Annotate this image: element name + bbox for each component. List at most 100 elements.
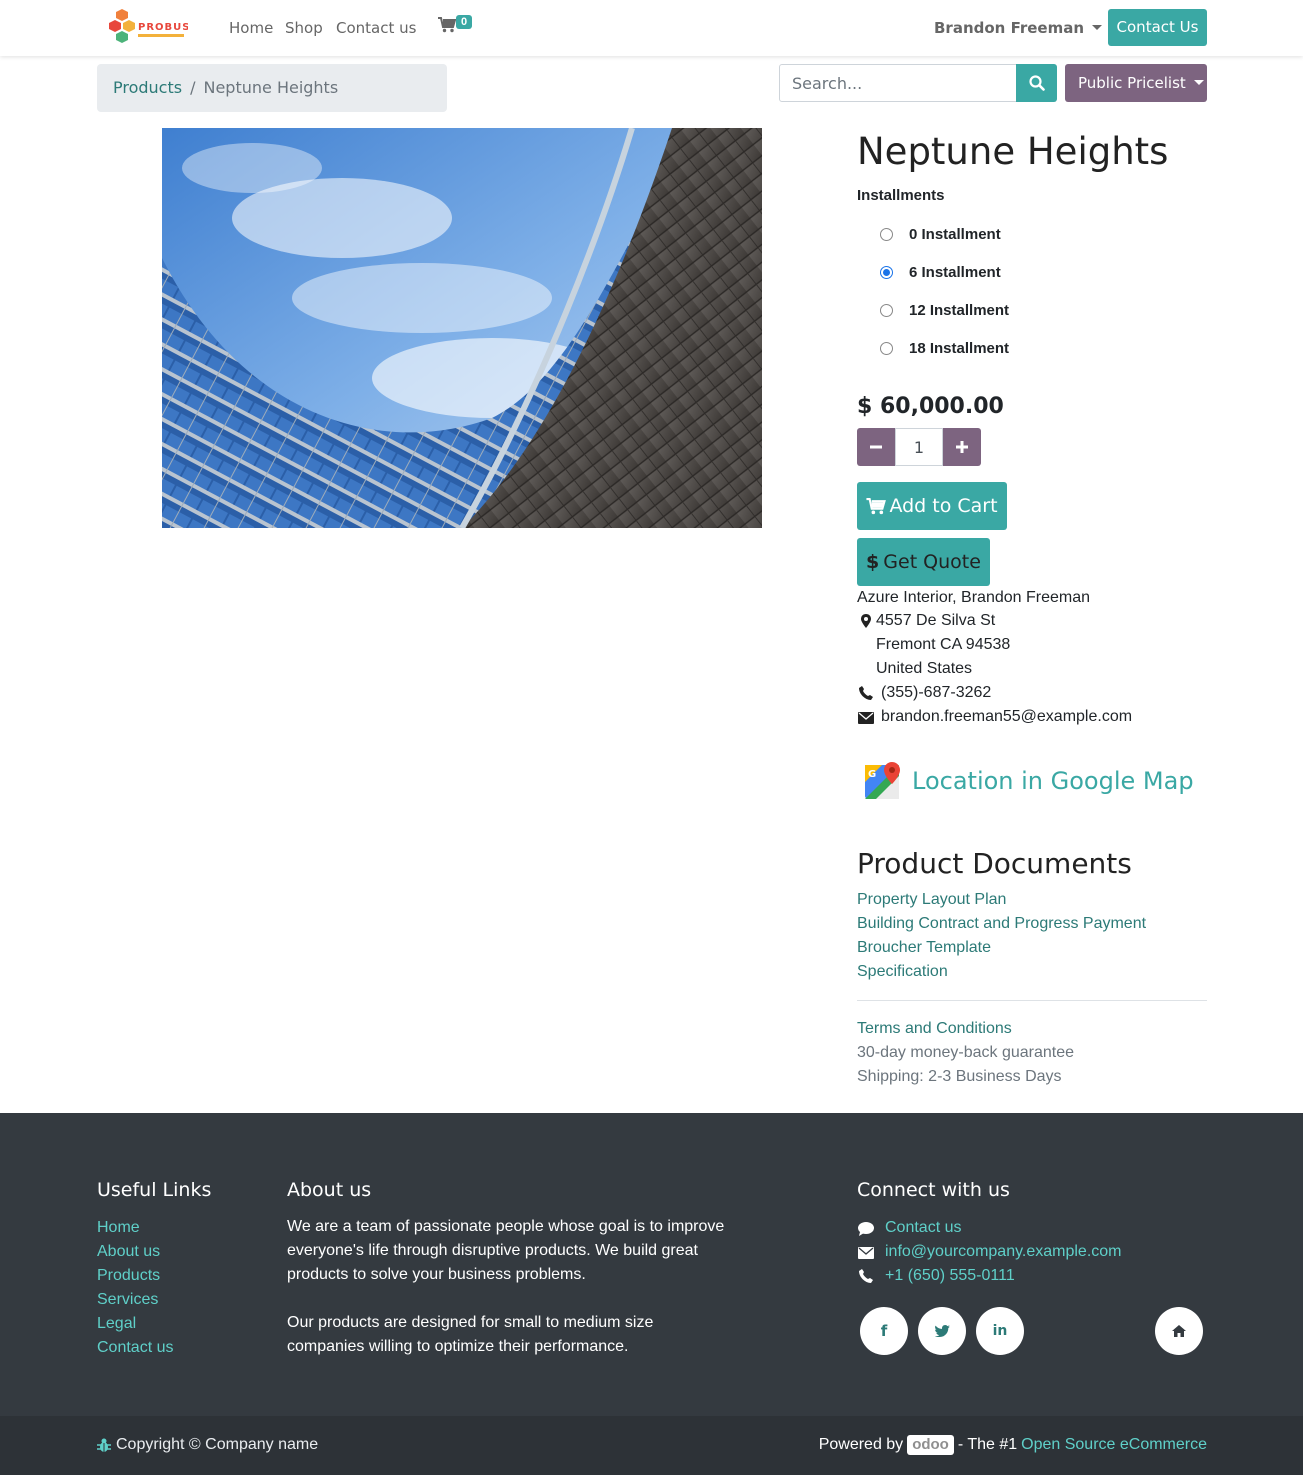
footer-link-contact[interactable]: Contact us (97, 1339, 173, 1357)
search-button[interactable] (1016, 64, 1057, 102)
contact-city: Fremont CA 94538 (876, 636, 1011, 653)
breadcrumb-current: Neptune Heights (203, 78, 339, 97)
the-number-one-text: - The #1 (957, 1436, 1018, 1453)
pricelist-label: Public Pricelist (1078, 74, 1186, 92)
search-input[interactable] (779, 64, 1017, 102)
useful-links-title: Useful Links (97, 1179, 212, 1201)
installments-label: Installments (857, 187, 945, 204)
copyright: Copyright © Company name (97, 1436, 318, 1454)
plus-icon (956, 441, 968, 453)
powered-by: Powered by odoo - The #1 Open Source eCo… (819, 1435, 1207, 1455)
connect-title: Connect with us (857, 1179, 1010, 1201)
document-link[interactable]: Broucher Template (857, 939, 991, 957)
contact-email: brandon.freeman55@example.com (881, 708, 1133, 725)
connect-phone-link[interactable]: +1 (650) 555-0111 (885, 1267, 1015, 1285)
svg-text:G: G (868, 769, 876, 780)
contact-country: United States (876, 660, 973, 677)
user-menu-dropdown[interactable]: Brandon Freeman (934, 19, 1103, 37)
installment-label: 6 Installment (909, 264, 1001, 281)
shipping-text: Shipping: 2-3 Business Days (857, 1068, 1062, 1085)
installment-label: 18 Installment (909, 340, 1010, 357)
connect-contact-link[interactable]: Contact us (885, 1219, 961, 1237)
product-title: Neptune Heights (857, 130, 1169, 173)
envelope-icon (858, 1246, 874, 1264)
envelope-icon (858, 711, 874, 729)
get-quote-label: Get Quote (883, 551, 981, 573)
svg-text:PROBUSE: PROBUSE (138, 22, 188, 33)
installment-label: 0 Installment (909, 226, 1001, 243)
connect-email-link[interactable]: info@yourcompany.example.com (885, 1243, 1122, 1261)
terms-and-conditions-link[interactable]: Terms and Conditions (857, 1020, 1012, 1038)
product-price: $ 60,000.00 (857, 394, 1004, 419)
quantity-decrease-button[interactable] (857, 428, 895, 466)
google-map-link[interactable]: G Location in Google Map (864, 762, 1194, 800)
facebook-icon: f (880, 1322, 888, 1340)
nav-contact-us[interactable]: Contact us (336, 19, 416, 37)
document-link[interactable]: Building Contract and Progress Payment (857, 915, 1146, 933)
user-name: Brandon Freeman (934, 19, 1085, 37)
footer-link-about[interactable]: About us (97, 1243, 160, 1261)
installment-radio[interactable] (880, 266, 893, 279)
phone-icon (859, 686, 873, 705)
twitter-button[interactable] (918, 1307, 966, 1355)
contact-us-button[interactable]: Contact Us (1108, 9, 1207, 46)
pricelist-dropdown[interactable]: Public Pricelist (1065, 64, 1207, 102)
contact-street: 4557 De Silva St (876, 612, 996, 629)
company-logo[interactable]: PROBUSE (108, 6, 197, 50)
cart-count-badge: 0 (456, 15, 473, 29)
top-navbar: PROBUSE Home Shop Contact us 0 Brandon F… (0, 0, 1303, 56)
installment-radio[interactable] (880, 304, 893, 317)
cart-icon[interactable] (438, 17, 457, 38)
nav-shop[interactable]: Shop (285, 19, 323, 37)
product-documents-title: Product Documents (857, 847, 1132, 880)
powered-by-text: Powered by (818, 1436, 904, 1453)
about-us-text: We are a team of passionate people whose… (287, 1218, 725, 1283)
google-map-label: Location in Google Map (912, 767, 1194, 795)
home-icon (1172, 1325, 1186, 1337)
breadcrumb-separator: / (190, 78, 196, 97)
bug-icon (97, 1438, 111, 1452)
open-source-ecommerce-link[interactable]: Open Source eCommerce (1021, 1436, 1207, 1454)
divider (857, 1000, 1207, 1001)
copyright-text: Copyright © Company name (116, 1436, 319, 1453)
caret-down-icon (1092, 25, 1103, 30)
linkedin-icon: in (992, 1323, 1008, 1339)
odoo-logo[interactable]: odoo (907, 1435, 954, 1455)
linkedin-button[interactable]: in (976, 1307, 1024, 1355)
comment-icon (858, 1222, 874, 1241)
nav-home[interactable]: Home (229, 19, 273, 37)
caret-down-icon (1193, 80, 1204, 85)
installment-radio[interactable] (880, 228, 893, 241)
phone-icon (859, 1269, 873, 1288)
installment-radio[interactable] (880, 342, 893, 355)
installment-option[interactable]: 0 Installment (880, 226, 1001, 243)
document-link[interactable]: Property Layout Plan (857, 891, 1006, 909)
about-us-title: About us (287, 1179, 372, 1201)
get-quote-button[interactable]: $ Get Quote (857, 538, 990, 586)
footer-link-home[interactable]: Home (97, 1219, 140, 1237)
installment-option[interactable]: 18 Installment (880, 340, 1009, 357)
add-to-cart-button[interactable]: Add to Cart (857, 482, 1007, 530)
add-to-cart-label: Add to Cart (889, 495, 998, 517)
installment-option[interactable]: 6 Installment (880, 264, 1001, 281)
cart-icon (866, 497, 887, 514)
installment-option[interactable]: 12 Installment (880, 302, 1009, 319)
installment-label: 12 Installment (909, 302, 1010, 319)
minus-icon (870, 445, 882, 449)
contact-name: Azure Interior, Brandon Freeman (857, 589, 1091, 606)
product-image (162, 128, 762, 528)
footer-link-services[interactable]: Services (97, 1291, 158, 1309)
document-link[interactable]: Specification (857, 963, 948, 981)
footer-link-legal[interactable]: Legal (97, 1315, 136, 1333)
twitter-icon (934, 1325, 950, 1337)
breadcrumb-products-link[interactable]: Products (113, 78, 182, 97)
facebook-button[interactable]: f (860, 1307, 908, 1355)
quantity-increase-button[interactable] (943, 428, 981, 466)
breadcrumb: Products / Neptune Heights (97, 64, 447, 112)
contact-phone: (355)-687-3262 (881, 684, 992, 701)
quantity-input[interactable] (895, 428, 943, 466)
map-marker-icon (861, 614, 871, 633)
footer-link-products[interactable]: Products (97, 1267, 160, 1285)
dollar-icon: $ (866, 551, 880, 573)
home-button[interactable] (1155, 1307, 1203, 1355)
